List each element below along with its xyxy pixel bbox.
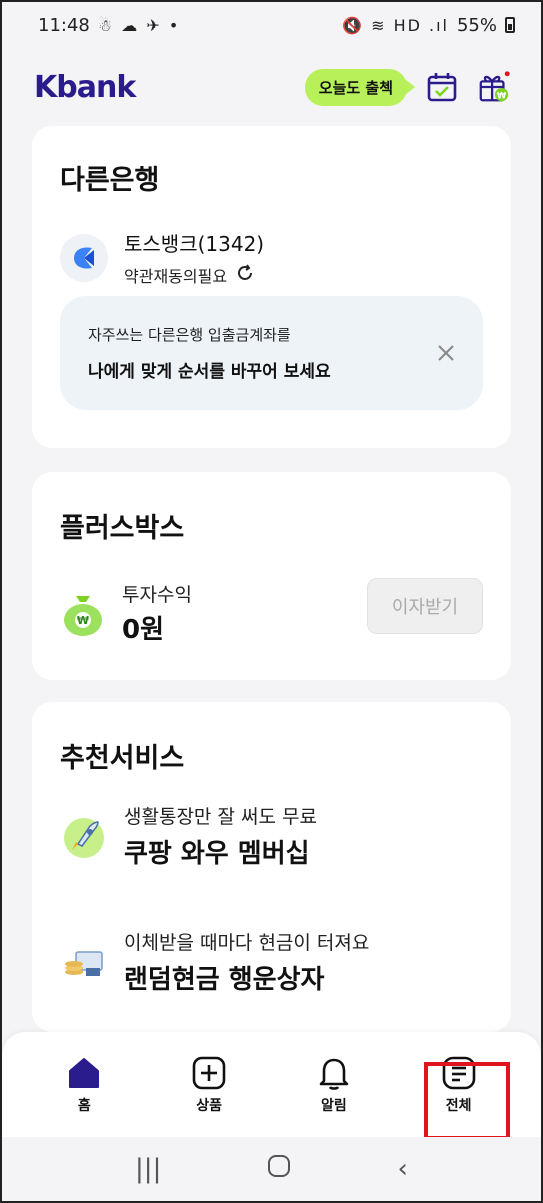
investment-profit-value: 0원: [122, 615, 165, 645]
kbank-logo: Kbank: [34, 69, 136, 105]
nav-all-menu[interactable]: 전체: [414, 1055, 504, 1115]
menu-list-icon: [441, 1055, 477, 1091]
nav-home-label: 홈: [77, 1098, 91, 1114]
tip-subtitle: 자주쓰는 다른은행 입출금계좌를: [88, 326, 291, 344]
signal-icons: 🔇 ≋ HD .ıl: [342, 15, 449, 35]
home-icon: [66, 1055, 102, 1091]
recent-apps-icon[interactable]: |||: [135, 1154, 161, 1184]
nav-products[interactable]: 상품: [164, 1055, 254, 1115]
plus-box-summary[interactable]: ₩ 투자수익 0원: [60, 580, 192, 646]
nav-all-menu-label: 전체: [445, 1098, 472, 1114]
nav-home[interactable]: 홈: [39, 1055, 129, 1115]
rocket-icon: [60, 812, 108, 860]
battery-percent: 55%: [456, 14, 497, 36]
nav-notifications[interactable]: 알림: [289, 1055, 379, 1115]
service-title: 랜덤현금 행운상자: [124, 965, 325, 995]
receive-interest-button[interactable]: 이자받기: [367, 578, 483, 634]
service-subtitle: 이체받을 때마다 현금이 터져요: [124, 932, 370, 954]
refresh-icon[interactable]: [235, 263, 255, 287]
plus-square-icon: [191, 1055, 227, 1091]
service-item-coupang[interactable]: 생활통장만 잘 써도 무료 쿠팡 와우 멤버십: [60, 802, 317, 870]
money-bag-icon: ₩: [60, 588, 106, 638]
bank-account-name: 토스뱅크(1342): [124, 232, 265, 256]
service-title: 쿠팡 와우 멤버십: [124, 839, 310, 869]
toss-bank-account[interactable]: 토스뱅크(1342) 약관재동의필요: [60, 228, 264, 287]
svg-text:₩: ₩: [497, 91, 507, 101]
recommend-title: 추천서비스: [60, 743, 185, 774]
tip-title: 나에게 맞게 순서를 바꾸어 보세요: [88, 362, 331, 382]
cash-coins-icon: [60, 938, 108, 986]
calendar-check-icon[interactable]: [425, 70, 459, 104]
notification-icons: ☃ ☁ ✈ •: [97, 15, 181, 35]
gift-icon[interactable]: ₩: [477, 70, 511, 104]
other-bank-title: 다른은행: [60, 165, 160, 196]
back-icon[interactable]: ‹: [398, 1154, 408, 1184]
battery-icon: [505, 17, 515, 33]
status-time: 11:48: [38, 14, 90, 36]
plus-box-card: 플러스박스 ₩ 투자수익 0원 이자받기: [32, 472, 511, 680]
status-bar: 11:48 ☃ ☁ ✈ • 🔇 ≋ HD .ıl 55%: [2, 2, 541, 48]
home-button-icon[interactable]: [267, 1154, 291, 1185]
bell-icon: [316, 1055, 352, 1091]
toss-bank-logo-icon: [60, 233, 108, 282]
other-bank-card: 다른은행 토스뱅크(1342) 약관재동의필요 자주쓰는 다른은행 입출금계좌를: [32, 126, 511, 448]
service-subtitle: 생활통장만 잘 써도 무료: [124, 806, 317, 828]
investment-profit-label: 투자수익: [122, 584, 192, 606]
nav-products-label: 상품: [196, 1098, 222, 1114]
bottom-nav: 홈 상품 알림 전체: [2, 1032, 541, 1138]
plus-box-title: 플러스박스: [60, 513, 185, 544]
attendance-button[interactable]: 오늘도 출첵: [304, 68, 407, 106]
recommend-card: 추천서비스 생활통장만 잘 써도 무료 쿠팡 와우 멤버십 이체받을 때마다 현…: [32, 702, 511, 1032]
service-item-lucky-box[interactable]: 이체받을 때마다 현금이 터져요 랜덤현금 행운상자: [60, 928, 369, 996]
reorder-tip-banner[interactable]: 자주쓰는 다른은행 입출금계좌를 나에게 맞게 순서를 바꾸어 보세요: [60, 296, 483, 410]
system-nav-bar: ||| ‹: [2, 1137, 541, 1201]
app-header: Kbank 오늘도 출첵 ₩: [2, 60, 541, 114]
svg-text:₩: ₩: [77, 614, 89, 627]
nav-notifications-label: 알림: [320, 1098, 347, 1114]
bank-status-text: 약관재동의필요: [124, 267, 228, 286]
close-icon[interactable]: [435, 342, 457, 364]
